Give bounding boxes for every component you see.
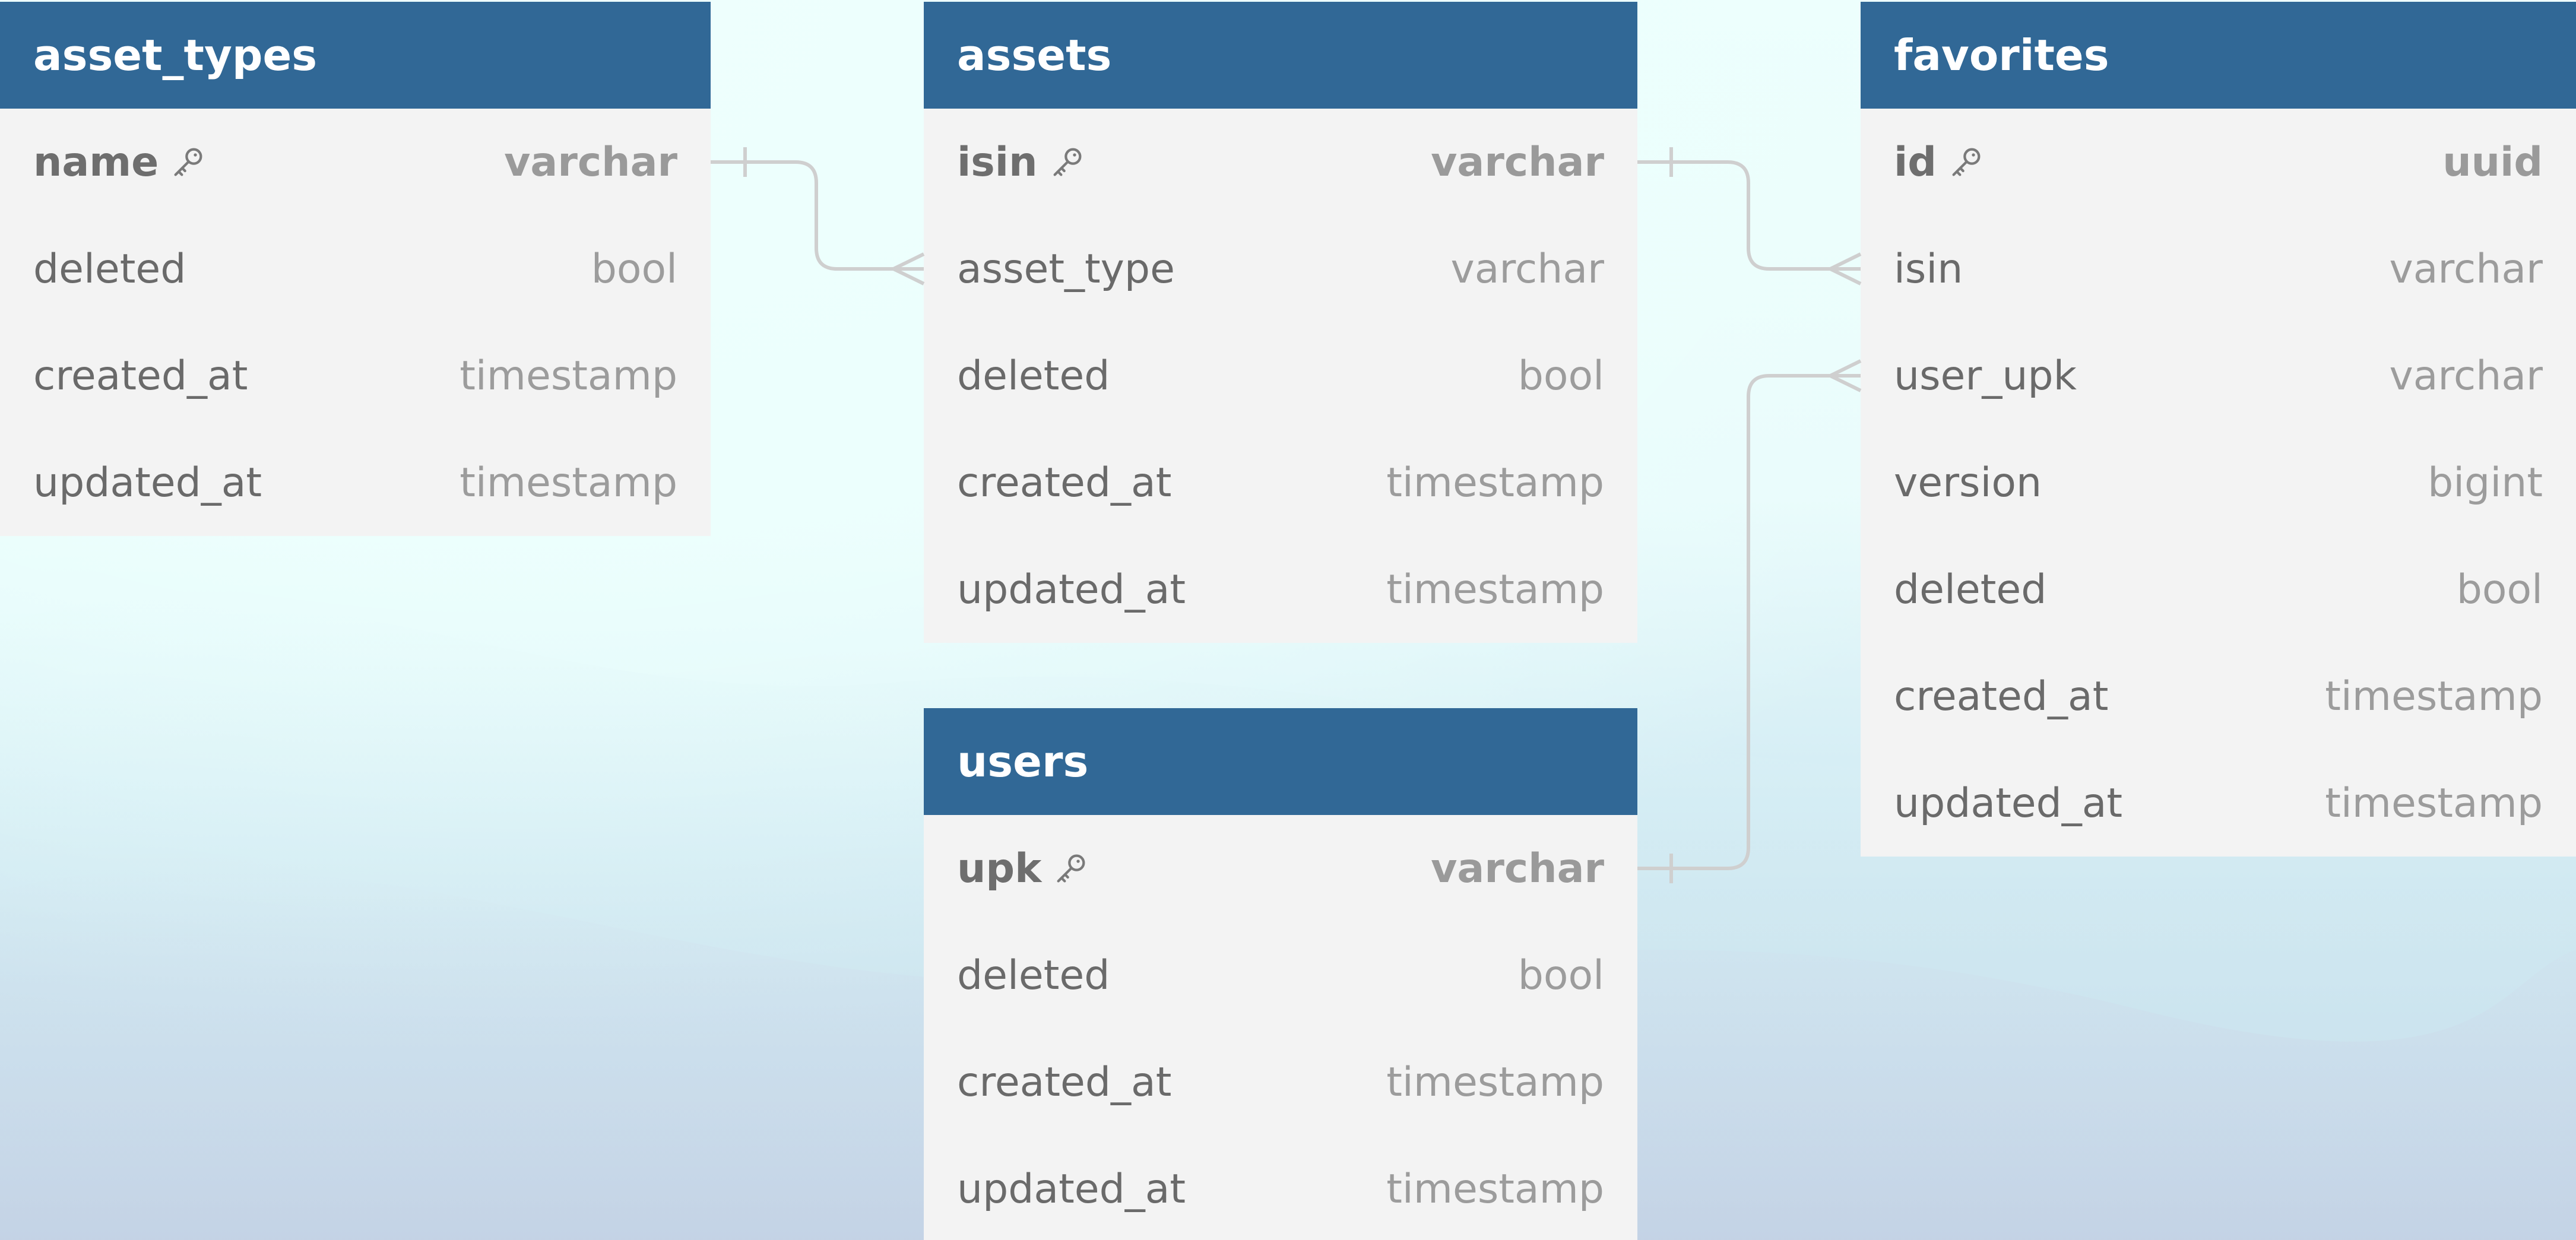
column-type: bool [2456,566,2543,613]
column-row[interactable]: name varchar [0,109,711,215]
column-row[interactable]: deleted bool [924,322,1637,429]
primary-key-icon [1052,849,1090,887]
column-type: varchar [504,138,677,186]
column-name: id [1894,139,1985,186]
column-type: varchar [1431,845,1604,892]
table-users[interactable]: users upk varchar deleted bool created_a… [924,708,1637,1240]
column-name: version [1894,459,2042,506]
column-name: deleted [957,952,1110,999]
column-name: deleted [33,245,186,293]
column-name-text: id [1894,138,1937,186]
column-type: uuid [2442,138,2543,186]
column-row[interactable]: user_upk varchar [1861,322,2576,429]
column-row[interactable]: deleted bool [924,922,1637,1029]
column-name: updated_at [957,566,1186,613]
column-type: timestamp [1386,566,1604,613]
column-type: timestamp [2325,673,2543,720]
column-row[interactable]: updated_at timestamp [924,1136,1637,1240]
column-name: deleted [957,352,1110,399]
column-row[interactable]: deleted bool [0,215,711,322]
column-name: updated_at [33,459,262,506]
column-name-text: upk [957,845,1042,892]
column-name: isin [957,139,1086,186]
column-name: isin [1894,245,1963,293]
column-name: updated_at [1894,779,2123,827]
primary-key-icon [1048,143,1086,181]
column-type: timestamp [460,352,677,399]
column-row[interactable]: created_at timestamp [0,322,711,429]
column-name: user_upk [1894,352,2077,399]
column-row[interactable]: version bigint [1861,429,2576,536]
column-type: varchar [1450,245,1605,293]
table-asset-types[interactable]: asset_types name varchar deleted bool cr… [0,2,711,536]
column-name: created_at [957,459,1172,506]
column-type: varchar [2389,245,2543,293]
column-name: created_at [957,1058,1172,1106]
column-row[interactable]: created_at timestamp [924,1029,1637,1136]
column-row[interactable]: updated_at timestamp [924,536,1637,643]
column-row[interactable]: created_at timestamp [1861,643,2576,750]
column-row[interactable]: deleted bool [1861,536,2576,643]
column-type: timestamp [460,459,677,506]
er-diagram-canvas: asset_types name varchar deleted bool cr… [0,0,2576,1240]
column-name: name [33,139,207,186]
column-row[interactable]: upk varchar [924,815,1637,922]
column-type: varchar [1431,138,1604,186]
column-type: varchar [2389,352,2543,399]
table-title[interactable]: favorites [1861,2,2576,109]
column-type: bool [1517,352,1604,399]
column-name: deleted [1894,566,2047,613]
column-type: bool [591,245,677,293]
column-name-text: isin [957,138,1038,186]
primary-key-icon [169,143,207,181]
column-name: upk [957,845,1090,892]
column-row[interactable]: isin varchar [1861,215,2576,322]
column-type: timestamp [1386,1165,1604,1213]
column-row[interactable]: asset_type varchar [924,215,1637,322]
table-title[interactable]: asset_types [0,2,711,109]
column-row[interactable]: id uuid [1861,109,2576,215]
primary-key-icon [1947,143,1985,181]
column-name: asset_type [957,245,1175,293]
column-row[interactable]: updated_at timestamp [1861,750,2576,857]
table-favorites[interactable]: favorites id uuid isin varchar user_upk … [1861,2,2576,857]
column-type: bool [1517,952,1604,999]
table-title[interactable]: assets [924,2,1637,109]
column-row[interactable]: created_at timestamp [924,429,1637,536]
column-type: timestamp [1386,1058,1604,1106]
table-title[interactable]: users [924,708,1637,815]
column-name: created_at [33,352,248,399]
column-row[interactable]: updated_at timestamp [0,429,711,536]
table-assets[interactable]: assets isin varchar asset_type varchar d… [924,2,1637,643]
column-name: updated_at [957,1165,1186,1213]
column-type: bigint [2428,459,2543,506]
column-row[interactable]: isin varchar [924,109,1637,215]
column-name: created_at [1894,673,2109,720]
column-type: timestamp [1386,459,1604,506]
column-type: timestamp [2325,779,2543,827]
column-name-text: name [33,138,159,186]
